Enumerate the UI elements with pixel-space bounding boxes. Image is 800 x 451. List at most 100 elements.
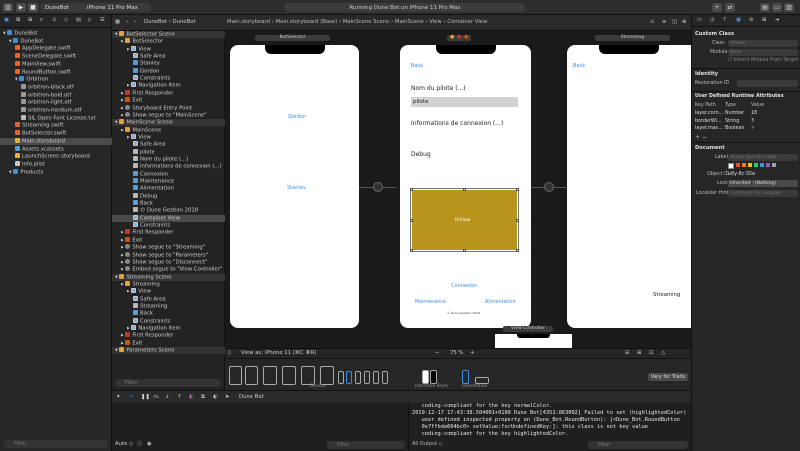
outline-item[interactable]: Constraints — [112, 317, 225, 325]
debug-toggle-button[interactable]: ▭ — [772, 3, 782, 12]
resize-handle[interactable] — [463, 249, 466, 252]
run-button[interactable]: ▶ — [16, 3, 26, 12]
update-frames-icon[interactable]: ⊟ — [625, 350, 629, 357]
localizer-hint-field[interactable]: Comment For Localizer — [728, 190, 798, 197]
outline-item[interactable]: Container View — [112, 214, 225, 222]
identity-inspector-icon[interactable]: ▣ — [736, 17, 741, 24]
portrait-option[interactable] — [462, 370, 469, 384]
inspector-toggle-button[interactable]: ▥ — [784, 3, 794, 12]
device-option[interactable] — [355, 371, 361, 384]
file-tree-item[interactable]: orbitron-black.otf — [0, 83, 112, 91]
device-option[interactable] — [364, 371, 370, 384]
breakpoints-toggle-icon[interactable]: ⇨ — [129, 394, 133, 401]
outline-item[interactable]: ▸ View — [112, 45, 225, 53]
outline-item[interactable]: ▸ First Responder — [112, 89, 225, 97]
align-icon[interactable]: ⊞ — [637, 350, 641, 357]
file-tree-item[interactable]: BotSelector.swift — [0, 130, 112, 137]
botselector-phone[interactable]: Gordon Stanley — [230, 45, 359, 328]
attribute-key[interactable]: layer.corn... — [695, 111, 723, 116]
outline-scene[interactable]: ▾ Streaming Scene — [112, 273, 225, 281]
info-icon[interactable]: ⓘ — [137, 441, 142, 448]
back-button[interactable]: Back — [411, 63, 423, 69]
attribute-type[interactable]: Number — [725, 111, 744, 116]
navigator-filter-input[interactable]: Filter — [4, 440, 108, 448]
color-swatch[interactable] — [766, 163, 770, 167]
file-tree-item[interactable]: RoundButton.swift — [0, 68, 112, 76]
file-tree-item[interactable]: AppDelegate.swift — [0, 45, 112, 52]
pilot-field[interactable]: pilote — [411, 97, 518, 107]
streaming-phone[interactable]: Back Streaming — [567, 45, 691, 328]
outline-item[interactable]: ▸ Exit — [112, 236, 225, 244]
outline-item[interactable]: ▸ View — [112, 288, 225, 295]
outline-item[interactable]: ▸ First Responder — [112, 229, 225, 236]
add-constraints-icon[interactable]: ⊡ — [649, 350, 653, 357]
outline-scene[interactable]: ▾ Parameters Scene — [112, 347, 225, 355]
outline-item[interactable]: ▸ First Responder — [112, 332, 225, 339]
device-option[interactable] — [245, 366, 258, 385]
outline-filter-input[interactable]: Filter — [115, 379, 221, 387]
add-attribute-icon[interactable]: + — [695, 134, 700, 141]
module-field[interactable]: None — [728, 49, 798, 56]
scene-title-streaming[interactable]: Streaming — [595, 35, 670, 41]
device-option[interactable] — [301, 366, 315, 385]
outline-item[interactable]: Back — [112, 200, 225, 207]
outline-item[interactable]: ▸ MainScene — [112, 126, 225, 134]
attribute-key[interactable]: borderWi... — [695, 119, 721, 124]
outline-item[interactable]: Gordon — [112, 67, 225, 75]
label-color-picker[interactable] — [728, 163, 788, 169]
alimentation-button[interactable]: Alimentation — [485, 300, 516, 305]
zoom-in-icon[interactable]: + — [470, 350, 474, 357]
outline-item[interactable]: Connexion — [112, 170, 225, 178]
warning-icon[interactable]: ⚠ — [52, 17, 57, 24]
outline-item[interactable]: ▸ Storyboard Entry Point — [112, 104, 225, 112]
dark-style-option[interactable] — [430, 370, 437, 384]
step-over-icon[interactable]: ⤼ — [153, 394, 159, 401]
back-button[interactable]: Back — [573, 63, 585, 69]
navigator-toggle-button[interactable]: ▤ — [760, 3, 770, 12]
file-tree-item[interactable]: orbitron-light.otf — [0, 99, 112, 106]
zoom-out-icon[interactable]: − — [435, 350, 439, 357]
outline-item[interactable]: Safe Area — [112, 141, 225, 148]
stop-button[interactable]: ■ — [28, 3, 38, 12]
remove-attribute-icon[interactable]: − — [702, 134, 707, 141]
resize-handle[interactable] — [410, 188, 413, 191]
file-tree-item[interactable]: Streaming.swift — [0, 122, 112, 129]
color-swatch[interactable] — [728, 163, 734, 169]
class-field[interactable]: UIView — [728, 40, 798, 47]
storyboard-canvas[interactable]: BotSelector Gordon Stanley ● ● ● Back No… — [225, 31, 691, 348]
outline-item[interactable]: Nom du pilote (...) — [112, 155, 225, 163]
outline-item[interactable]: ▸ Embed segue to "View Controller" — [112, 266, 225, 273]
step-out-icon[interactable]: ↑ — [177, 394, 181, 401]
outline-item[interactable]: Debug — [112, 192, 225, 200]
scheme-device-selector[interactable]: iPhone 11 Pro Max — [83, 3, 151, 12]
related-items-icon[interactable]: ▦ — [115, 19, 120, 26]
resize-handle[interactable] — [463, 188, 466, 191]
breadcrumb-item[interactable]: MainScene Scene — [343, 19, 390, 25]
output-selector[interactable]: All Output ◇ — [412, 441, 443, 447]
file-tree-item[interactable]: MainView.swift — [0, 60, 112, 68]
outline-item[interactable]: ▸ Streaming — [112, 280, 225, 288]
file-tree-item[interactable]: Info.plist — [0, 160, 112, 168]
landscape-option[interactable] — [475, 377, 489, 384]
hide-debug-icon[interactable]: ▾ — [117, 394, 120, 401]
variables-filter-input[interactable]: Filter — [327, 441, 405, 449]
color-swatch[interactable] — [772, 163, 776, 167]
outline-item[interactable]: ▸ Exit — [112, 97, 225, 104]
attributes-inspector-icon[interactable]: ⊘ — [749, 17, 753, 24]
breadcrumb-item[interactable]: DuneBot — [144, 19, 167, 25]
outline-item[interactable]: ▸ Navigation Item — [112, 82, 225, 89]
outline-item[interactable]: Safe Area — [112, 295, 225, 303]
file-tree-item[interactable]: LaunchScreen.storyboard — [0, 153, 112, 160]
scene-title-botselector[interactable]: BotSelector — [255, 35, 330, 41]
view-controller-icon[interactable]: ● — [450, 34, 454, 41]
split-editor-icon[interactable]: ◫ — [672, 19, 677, 26]
debug-icon[interactable]: ▤ — [76, 17, 81, 24]
inherit-module-checkbox[interactable]: ☐ Inherit Module From Target — [728, 58, 798, 63]
file-tree-item[interactable]: ▾ DuneBot — [0, 30, 112, 37]
symbol-icon[interactable]: ⊞ — [28, 17, 32, 24]
source-control-icon[interactable]: ⊠ — [16, 17, 20, 24]
connections-inspector-icon[interactable]: ➔ — [775, 17, 779, 24]
breakpoint-icon[interactable]: ▷ — [88, 17, 92, 24]
outline-item[interactable]: Maintenance — [112, 178, 225, 185]
resize-handle[interactable] — [516, 219, 519, 222]
